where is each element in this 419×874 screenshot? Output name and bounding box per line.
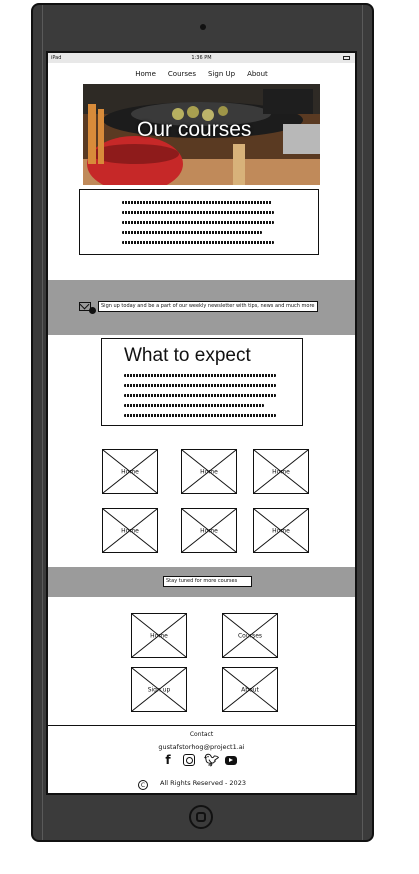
link-card-about[interactable]: About bbox=[222, 667, 278, 712]
card-label: Sign up bbox=[147, 686, 171, 693]
link-card-home[interactable]: Home bbox=[131, 613, 187, 658]
social-links: f 🐦︎ bbox=[162, 754, 237, 766]
text-placeholder-line bbox=[122, 211, 274, 214]
gallery-card[interactable]: Home bbox=[253, 449, 309, 494]
card-label: About bbox=[241, 686, 259, 693]
copyright-icon: C bbox=[138, 780, 148, 790]
nav-signup[interactable]: Sign Up bbox=[208, 70, 235, 78]
nav-courses[interactable]: Courses bbox=[168, 70, 196, 78]
screen: iPad 1:36 PM Home Courses Sign Up About bbox=[46, 51, 357, 795]
text-placeholder-line bbox=[124, 384, 276, 387]
newsletter-band: Sign up today and be a part of our weekl… bbox=[48, 280, 355, 335]
text-placeholder-line bbox=[122, 231, 262, 234]
newsletter-input[interactable]: Sign up today and be a part of our weekl… bbox=[98, 301, 318, 312]
expect-title: What to expect bbox=[124, 345, 251, 366]
youtube-icon[interactable] bbox=[225, 756, 237, 765]
status-bar: iPad 1:36 PM bbox=[48, 53, 355, 63]
expect-box: What to expect bbox=[101, 338, 303, 426]
hero-image: Our courses bbox=[83, 84, 320, 185]
text-placeholder-line bbox=[124, 394, 276, 397]
card-label: Home bbox=[272, 468, 290, 475]
card-label: Home bbox=[200, 527, 218, 534]
gallery-card[interactable]: Home bbox=[181, 449, 237, 494]
gallery-card[interactable]: Home bbox=[102, 508, 158, 553]
text-placeholder-line bbox=[122, 201, 272, 204]
gallery-card[interactable]: Home bbox=[253, 508, 309, 553]
gallery-card[interactable]: Home bbox=[181, 508, 237, 553]
twitter-icon[interactable]: 🐦︎ bbox=[204, 754, 219, 766]
text-placeholder-line bbox=[124, 414, 276, 417]
text-placeholder-line bbox=[124, 404, 264, 407]
link-card-signup[interactable]: Sign up bbox=[131, 667, 187, 712]
instagram-icon[interactable] bbox=[183, 754, 195, 766]
text-placeholder-line bbox=[122, 221, 274, 224]
facebook-icon[interactable]: f bbox=[162, 754, 174, 766]
home-button[interactable] bbox=[189, 805, 213, 829]
gallery-card[interactable]: Home bbox=[102, 449, 158, 494]
footer: Contact gustafstorhog@project1.ai f 🐦︎ C… bbox=[48, 725, 355, 793]
hero-title: Our courses bbox=[137, 118, 252, 141]
card-label: Home bbox=[200, 468, 218, 475]
footer-email[interactable]: gustafstorhog@project1.ai bbox=[48, 743, 355, 751]
frame-line bbox=[362, 5, 363, 840]
camera-dot bbox=[200, 24, 206, 30]
nav-about[interactable]: About bbox=[247, 70, 268, 78]
frame-line bbox=[42, 5, 43, 840]
link-card-courses[interactable]: Courses bbox=[222, 613, 278, 658]
footer-rights: All Rights Reserved - 2023 bbox=[160, 779, 246, 787]
nav-home[interactable]: Home bbox=[135, 70, 156, 78]
card-label: Home bbox=[121, 468, 139, 475]
footer-contact: Contact bbox=[189, 731, 214, 738]
check-icon bbox=[89, 307, 96, 314]
text-placeholder-line bbox=[122, 241, 274, 244]
battery-icon bbox=[343, 56, 350, 60]
clock: 1:36 PM bbox=[191, 55, 212, 61]
stay-tuned-band: Stay tuned for more courses bbox=[48, 567, 355, 597]
card-label: Home bbox=[121, 527, 139, 534]
card-label: Courses bbox=[237, 632, 263, 639]
card-label: Home bbox=[150, 632, 168, 639]
intro-text-box bbox=[79, 189, 319, 255]
stay-tuned-input[interactable]: Stay tuned for more courses bbox=[163, 576, 252, 587]
main-nav: Home Courses Sign Up About bbox=[48, 70, 355, 78]
card-label: Home bbox=[272, 527, 290, 534]
text-placeholder-line bbox=[124, 374, 276, 377]
